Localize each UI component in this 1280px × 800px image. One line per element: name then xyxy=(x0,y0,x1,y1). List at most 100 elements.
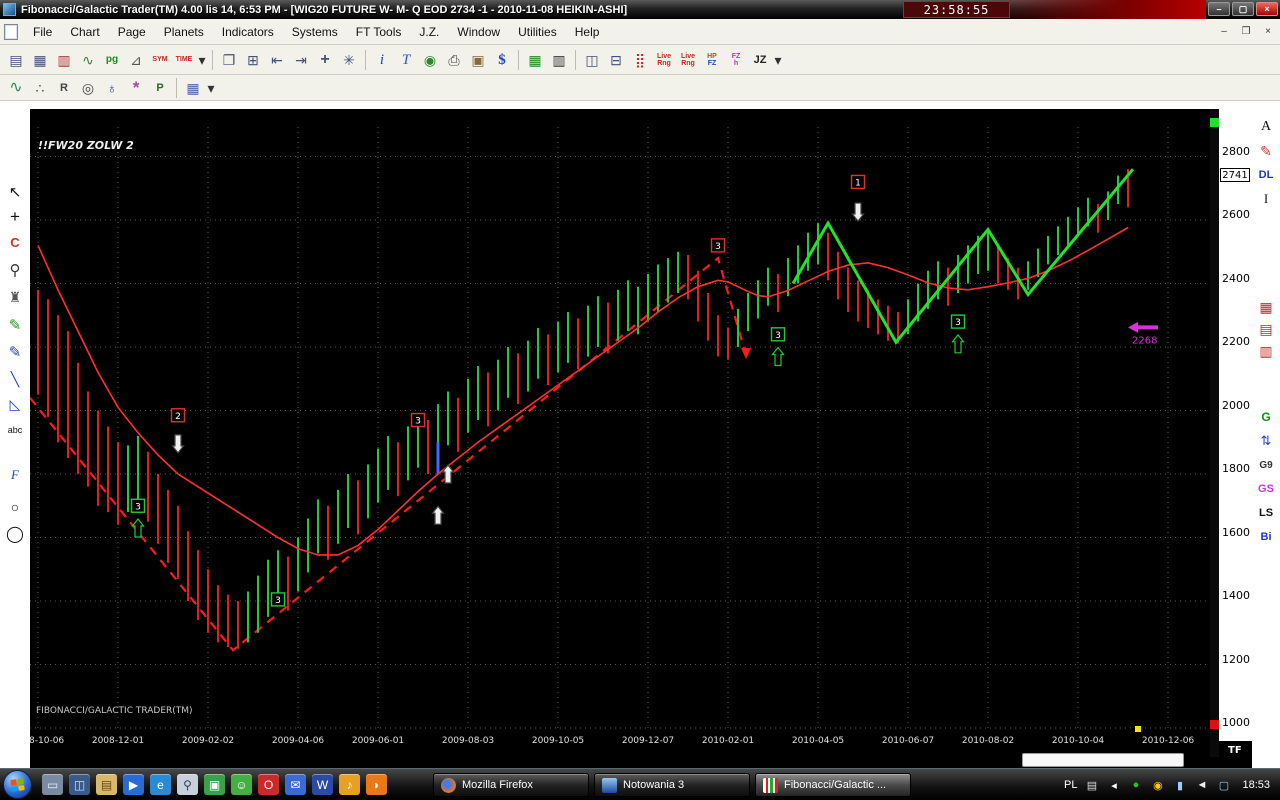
tile-horizontal-icon[interactable]: ◫ xyxy=(580,48,604,71)
blue-arrows-icon[interactable]: ⇅ xyxy=(1254,431,1278,451)
chart-scrollbar[interactable] xyxy=(1210,109,1219,757)
toolbar1-dropdown-2[interactable]: ▾ xyxy=(772,48,784,71)
antivirus-tray-icon[interactable]: ● xyxy=(1128,778,1143,793)
planet-tool-icon[interactable]: ◉ xyxy=(418,48,442,71)
volume-tray-icon[interactable]: ◄ xyxy=(1194,778,1209,793)
menu-item-planets[interactable]: Planets xyxy=(155,20,213,44)
circle-tool-icon[interactable]: ○ xyxy=(4,496,26,518)
time-icon[interactable]: TIME xyxy=(172,48,196,71)
chart-page-icon[interactable]: ▦ xyxy=(28,48,52,71)
dl-icon[interactable]: DL xyxy=(1254,165,1278,185)
i-beam-icon[interactable]: I xyxy=(1254,189,1278,209)
task-button-fgt[interactable]: Fibonacci/Galactic ... xyxy=(755,773,911,797)
pencil-green-icon[interactable]: ✎ xyxy=(4,314,26,336)
grid-tool-icon[interactable]: ▦ xyxy=(181,76,205,99)
stamp-icon[interactable]: ▣ xyxy=(466,48,490,71)
text-tool-icon[interactable]: T xyxy=(394,48,418,71)
language-indicator[interactable]: PL xyxy=(1064,779,1077,791)
print-icon[interactable]: ⎙ xyxy=(442,48,466,71)
red-table-icon-3[interactable]: ▥ xyxy=(1254,341,1278,361)
dots-tool-icon[interactable]: ∴ xyxy=(28,76,52,99)
word-icon[interactable]: W xyxy=(312,774,333,795)
show-hidden-icons[interactable]: ◂ xyxy=(1106,778,1121,793)
explorer-icon[interactable]: ▤ xyxy=(96,774,117,795)
keyboard-icon[interactable]: ▤ xyxy=(1084,778,1099,793)
minimize-button[interactable]: – xyxy=(1208,2,1230,16)
outlook-icon[interactable]: ✉ xyxy=(285,774,306,795)
bi-icon[interactable]: Bi xyxy=(1254,527,1278,547)
aspects-tool-icon[interactable]: * xyxy=(124,76,148,99)
menu-item-systems[interactable]: Systems xyxy=(283,20,347,44)
jz-icon[interactable]: JZ xyxy=(748,48,772,71)
mdi-close-button[interactable]: × xyxy=(1260,23,1276,39)
window-switcher-icon[interactable]: ◫ xyxy=(69,774,90,795)
indicator-list-icon[interactable]: ▥ xyxy=(547,48,571,71)
messenger-icon[interactable]: ☺ xyxy=(231,774,252,795)
tile-vertical-icon[interactable]: ⊟ xyxy=(604,48,628,71)
mdi-child-icon[interactable] xyxy=(4,23,18,40)
menu-item-file[interactable]: File xyxy=(24,20,61,44)
pg-icon[interactable]: pg xyxy=(100,48,124,71)
red-dot-grid-icon[interactable]: ⣿ xyxy=(628,48,652,71)
add-chart-icon[interactable]: ⊞ xyxy=(241,48,265,71)
g9-icon[interactable]: G9 xyxy=(1254,455,1278,475)
menu-item-page[interactable]: Page xyxy=(109,20,155,44)
scale-in-icon[interactable]: ⇤ xyxy=(265,48,289,71)
menu-item-j-z-[interactable]: J.Z. xyxy=(410,20,448,44)
mdi-minimize-button[interactable]: – xyxy=(1216,23,1232,39)
menu-item-help[interactable]: Help xyxy=(566,20,609,44)
maximize-button[interactable]: ▢ xyxy=(1232,2,1254,16)
menu-item-ft-tools[interactable]: FT Tools xyxy=(347,20,411,44)
red-table-icon-1[interactable]: ▦ xyxy=(1254,297,1278,317)
task-button-firefox[interactable]: Mozilla Firefox xyxy=(433,773,589,797)
red-table-icon-2[interactable]: ▤ xyxy=(1254,319,1278,339)
ellipse-tool-icon[interactable]: ◯ xyxy=(4,523,26,545)
pointer-tool-icon[interactable]: ↖ xyxy=(4,181,26,203)
search-icon[interactable]: ⚲ xyxy=(177,774,198,795)
p-tool-icon[interactable]: P xyxy=(148,76,172,99)
edit-info-icon[interactable]: i xyxy=(370,48,394,71)
menu-item-window[interactable]: Window xyxy=(448,20,509,44)
dollar-icon[interactable]: $ xyxy=(490,48,514,71)
g-indicator-icon[interactable]: G xyxy=(1254,407,1278,427)
chart-canvas[interactable]: 3 2 3 3 3 3 1 3 2268 2008-10-06 2008-12-01 2009-02-… xyxy=(12,109,1210,757)
crosshair-icon[interactable]: + xyxy=(313,48,337,71)
bank-tool-icon[interactable]: ♜ xyxy=(4,286,26,308)
crosshair-tool-icon[interactable]: + xyxy=(4,206,26,228)
network-tray-icon[interactable]: ▮ xyxy=(1172,778,1187,793)
mdi-restore-button[interactable]: ❐ xyxy=(1238,23,1254,39)
ie-icon[interactable]: e xyxy=(150,774,171,795)
retracement-tool-icon[interactable]: R xyxy=(52,76,76,99)
toolbar1-dropdown[interactable]: ▾ xyxy=(196,48,208,71)
show-desktop-icon[interactable]: ▭ xyxy=(42,774,63,795)
zoom-tool-icon[interactable]: ⚲ xyxy=(4,259,26,281)
media-player-icon[interactable]: ▶ xyxy=(123,774,144,795)
wave-tool-icon[interactable]: ∿ xyxy=(4,76,28,99)
quote-table-icon[interactable]: ▦ xyxy=(523,48,547,71)
ls-icon[interactable]: LS xyxy=(1254,503,1278,523)
sym-icon[interactable]: SYM xyxy=(148,48,172,71)
circles-tool-icon[interactable]: ◎ xyxy=(76,76,100,99)
tv-tray-icon[interactable]: ▢ xyxy=(1216,778,1231,793)
mini-chart-icon[interactable]: ⊿ xyxy=(124,48,148,71)
toolbar2-dropdown[interactable]: ▾ xyxy=(205,76,217,99)
close-button[interactable]: × xyxy=(1256,2,1278,16)
price-chart[interactable]: 3 2 3 3 3 3 1 3 2268 2008-10-06 2008-12-01 2009-02-… xyxy=(12,109,1210,757)
start-button[interactable] xyxy=(3,770,32,799)
trendline-tool-icon[interactable]: ╲ xyxy=(4,368,26,390)
line-chart-icon[interactable]: ∿ xyxy=(76,48,100,71)
new-page-icon[interactable]: ▤ xyxy=(4,48,28,71)
pencil-blue-icon[interactable]: ✎ xyxy=(4,341,26,363)
text-abc-icon[interactable]: abc xyxy=(4,419,26,441)
a-annotation-icon[interactable]: A xyxy=(1254,117,1278,137)
tf-label[interactable]: TF xyxy=(1219,745,1252,756)
planets-tool-icon[interactable]: ♁ xyxy=(100,76,124,99)
gg-tray-icon[interactable]: ◉ xyxy=(1150,778,1165,793)
scale-out-icon[interactable]: ⇥ xyxy=(289,48,313,71)
hp-fz-icon[interactable]: HP FZ xyxy=(700,48,724,71)
bar-chart-icon[interactable]: ▥ xyxy=(52,48,76,71)
firefox-ql-icon[interactable]: ◗ xyxy=(366,774,387,795)
menu-item-utilities[interactable]: Utilities xyxy=(509,20,566,44)
task-button-notowania[interactable]: Notowania 3 xyxy=(594,773,750,797)
menu-item-chart[interactable]: Chart xyxy=(61,20,108,44)
